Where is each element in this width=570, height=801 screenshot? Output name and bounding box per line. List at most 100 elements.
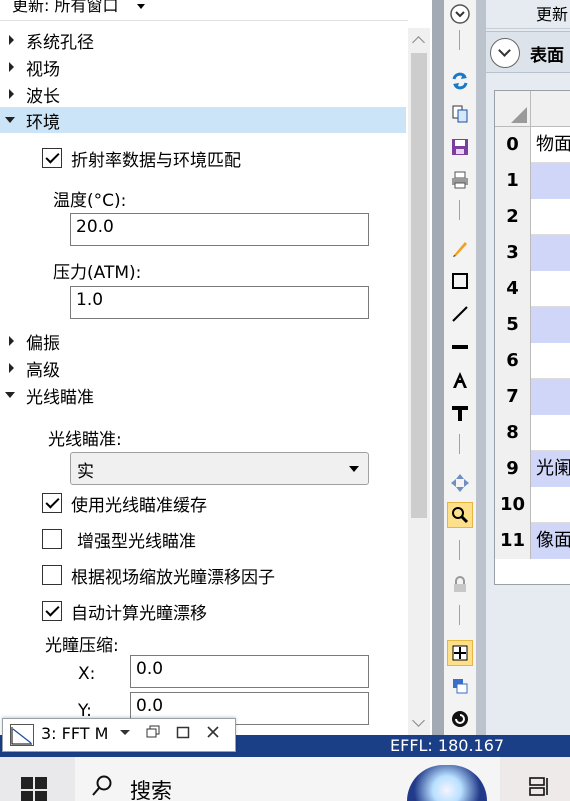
table-row[interactable]: 3 [495,235,570,271]
surface-type-cell[interactable] [531,163,570,199]
zoom-icon[interactable] [447,502,473,528]
table-row[interactable]: 2 [495,199,570,235]
use-cache-checkbox[interactable] [42,493,62,513]
scale-pupil-shift-checkbox[interactable] [42,565,62,585]
row-number[interactable]: 2 [495,199,531,235]
enhanced-aiming-checkbox[interactable] [42,529,62,549]
table-row[interactable]: 7 [495,379,570,415]
scale-pupil-shift-checkbox-row[interactable]: 根据视场缩放光瞳漂移因子 [42,562,382,588]
windows-start-icon[interactable] [20,776,48,801]
expand-arrow-icon[interactable] [9,62,14,72]
table-row[interactable]: 9 光阑 [495,451,570,487]
expand-arrow-icon[interactable] [9,35,14,45]
search-highlight-image[interactable] [407,765,487,801]
tree-item-system-aperture[interactable]: 系统孔径 [0,27,406,53]
close-icon[interactable] [203,724,223,743]
text-icon[interactable] [447,367,473,393]
temperature-input[interactable]: 20.0 [70,213,369,246]
table-row[interactable]: 11 像面 [495,523,570,559]
taskbar-search-box[interactable]: 搜索 [75,757,500,801]
use-cache-checkbox-row[interactable]: 使用光线瞄准缓存 [42,490,382,516]
row-number[interactable]: 3 [495,235,531,271]
scroll-down-icon[interactable] [412,714,425,727]
collapse-icon[interactable] [447,1,473,27]
expand-arrow-icon[interactable] [9,89,14,99]
table-row[interactable]: 4 [495,271,570,307]
window-tab[interactable]: 3: FFT M [2,718,236,752]
maximize-icon[interactable] [173,724,193,743]
collapse-arrow-icon[interactable] [5,392,15,398]
table-row[interactable]: 8 [495,415,570,451]
row-number[interactable]: 4 [495,271,531,307]
copy-icon[interactable] [447,101,473,127]
auto-pupil-shift-checkbox[interactable] [42,601,62,621]
scroll-up-icon[interactable] [412,36,425,49]
match-index-checkbox-row[interactable]: 折射率数据与环境匹配 [42,145,382,171]
fit-icon[interactable] [447,640,473,666]
row-number[interactable]: 5 [495,307,531,343]
row-number[interactable]: 7 [495,379,531,415]
restore-icon[interactable] [143,724,163,743]
surface-type-cell[interactable] [531,307,570,343]
table-corner[interactable] [495,91,531,127]
surface-type-cell[interactable] [531,415,570,451]
tree-item-ray-aiming[interactable]: 光线瞄准 [0,382,406,408]
row-number[interactable]: 9 [495,451,531,487]
line-icon[interactable] [447,301,473,327]
pressure-input[interactable]: 1.0 [70,286,369,319]
row-number[interactable]: 0 [495,127,531,163]
update-dropdown-icon[interactable] [137,4,145,9]
surface-type-cell[interactable]: 光阑 [531,451,570,487]
table-row[interactable]: 6 [495,343,570,379]
column-header[interactable] [531,91,570,127]
tree-item-environment[interactable]: 环境 [0,107,406,133]
row-number[interactable]: 10 [495,487,531,523]
scrollbar-thumb[interactable] [411,53,427,518]
panel-splitter[interactable] [432,0,444,735]
row-number[interactable]: 8 [495,415,531,451]
refresh-icon[interactable] [447,68,473,94]
tree-item-advanced[interactable]: 高级 [0,355,406,381]
expand-arrow-icon[interactable] [9,363,14,373]
table-row[interactable]: 1 [495,163,570,199]
row-number[interactable]: 6 [495,343,531,379]
text-bar-icon[interactable] [447,400,473,426]
surface-type-cell[interactable] [531,199,570,235]
move-icon[interactable] [447,470,473,496]
chevron-down-icon[interactable] [115,724,135,743]
surface-type-cell[interactable] [531,235,570,271]
update-all-windows-label[interactable]: 更新: 所有窗口 [12,0,118,16]
vertical-scrollbar[interactable] [408,28,430,735]
rectangle-icon[interactable] [447,268,473,294]
surface-type-cell[interactable]: 物面 [531,127,570,163]
pupil-compress-x-input[interactable]: 0.0 [130,655,369,688]
surface-type-cell[interactable] [531,343,570,379]
task-view-button[interactable] [500,757,570,801]
pen-icon[interactable] [447,235,473,261]
table-row[interactable]: 5 [495,307,570,343]
collapse-icon[interactable] [490,38,520,68]
update-label[interactable]: 更新 [536,1,568,25]
surface-type-cell[interactable]: 像面 [531,523,570,559]
spiral-icon[interactable] [447,706,473,732]
surface-type-cell[interactable] [531,487,570,523]
thick-line-icon[interactable] [447,334,473,360]
table-row[interactable]: 10 [495,487,570,523]
surface-type-cell[interactable] [531,379,570,415]
print-icon[interactable] [447,167,473,193]
lock-icon[interactable] [447,572,473,598]
match-index-checkbox[interactable] [42,148,62,168]
auto-pupil-shift-checkbox-row[interactable]: 自动计算光瞳漂移 [42,598,382,624]
tree-item-polarization[interactable]: 偏振 [0,328,406,354]
table-row[interactable]: 0 物面 [495,127,570,163]
collapse-arrow-icon[interactable] [5,117,15,123]
save-icon[interactable] [447,134,473,160]
row-number[interactable]: 1 [495,163,531,199]
enhanced-aiming-checkbox-row[interactable]: 增强型光线瞄准 [42,526,382,552]
surface-type-cell[interactable] [531,271,570,307]
expand-arrow-icon[interactable] [9,336,14,346]
row-number[interactable]: 11 [495,523,531,559]
ray-aiming-select[interactable]: 实 [70,452,369,485]
window-icon[interactable] [447,673,473,699]
tree-item-field[interactable]: 视场 [0,54,406,80]
